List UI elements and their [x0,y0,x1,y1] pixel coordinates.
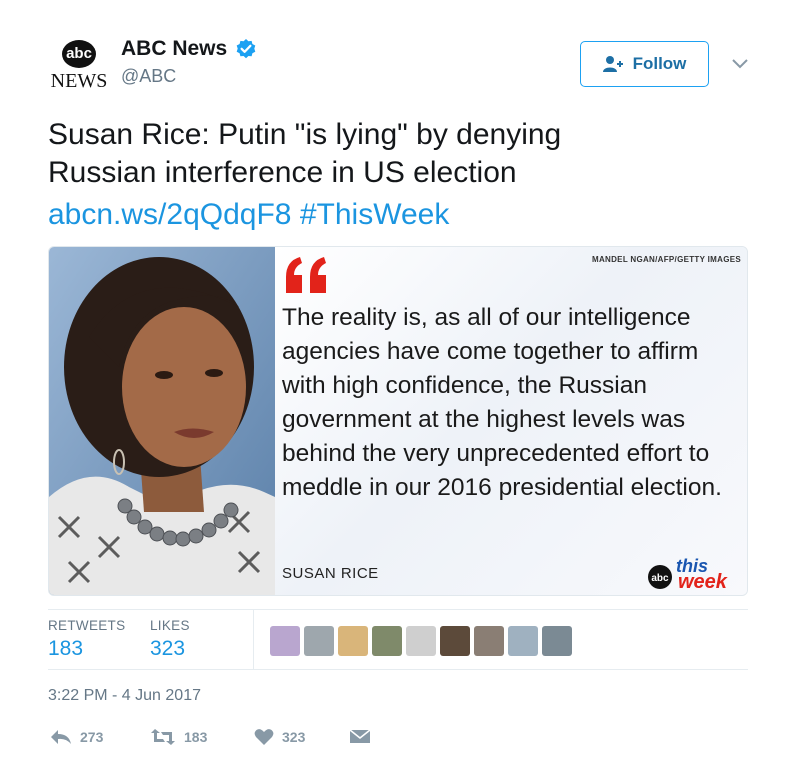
reply-icon [51,730,71,744]
stats-top-divider [48,609,748,610]
liker-avatar[interactable] [440,626,470,656]
account-avatar[interactable]: abc NEWS [48,38,110,94]
liker-avatar[interactable] [406,626,436,656]
liker-avatar[interactable] [338,626,368,656]
reply-action[interactable]: 273 [50,728,103,746]
susan-rice-photo [49,247,275,595]
likes-label[interactable]: LIKES [150,618,190,633]
logo-abc-text: abc [651,573,669,584]
photo-credit: MANDEL NGAN/AFP/GETTY IMAGES [591,255,741,264]
tweet-text-line-1: Susan Rice: Putin "is lying" by denying [48,118,562,151]
reply-count: 273 [80,729,104,745]
retweet-count: 183 [184,729,208,745]
liker-avatar[interactable] [270,626,300,656]
abc-logo-ball: abc [62,40,96,68]
stats-vertical-divider [253,609,254,669]
retweet-action[interactable]: 183 [150,728,207,746]
follow-user-icon [602,56,623,72]
tweet-timestamp[interactable]: 3:22 PM - 4 Jun 2017 [48,687,201,705]
follow-button[interactable]: Follow [580,41,709,87]
retweet-icon [151,729,175,745]
quote-text: The reality is, as all of our intelligen… [282,304,722,501]
liker-avatars [270,626,572,656]
this-week-logo: abc this week [648,556,728,591]
liker-avatar[interactable] [372,626,402,656]
tweet-hashtag[interactable]: #ThisWeek [300,198,450,231]
tweet-text-line-2: Russian interference in US election [48,156,517,189]
quote-mark-icon [286,257,326,293]
chevron-down-icon[interactable] [731,56,749,70]
stats-bottom-divider [48,669,748,670]
likes-value[interactable]: 323 [150,637,185,661]
retweets-label[interactable]: RETWEETS [48,618,125,633]
tweet-link[interactable]: abcn.ws/2qQdqF8 [48,198,291,231]
liker-avatar[interactable] [542,626,572,656]
account-handle[interactable]: @ABC [121,66,176,87]
retweets-value[interactable]: 183 [48,637,83,661]
tweet-text: Susan Rice: Putin "is lying" by denying … [48,116,748,192]
like-count: 323 [282,729,306,745]
tweet-links: abcn.ws/2qQdqF8 #ThisWeek [48,196,449,234]
account-name[interactable]: ABC News [121,37,227,61]
liker-avatar[interactable] [508,626,538,656]
direct-message-action[interactable] [349,728,371,746]
liker-avatar[interactable] [304,626,334,656]
direct-message-icon [349,729,371,743]
quote-panel: MANDEL NGAN/AFP/GETTY IMAGES The reality… [275,247,747,595]
tweet-media-card[interactable]: MANDEL NGAN/AFP/GETTY IMAGES The reality… [48,246,748,596]
like-action[interactable]: 323 [254,728,305,746]
abc-logo-news: NEWS [50,70,108,92]
verified-badge-icon [236,39,256,59]
heart-icon [254,729,274,745]
liker-avatar[interactable] [474,626,504,656]
quote-speaker: SUSAN RICE [282,565,379,582]
follow-button-label: Follow [632,54,687,73]
logo-week-text: week [678,571,728,591]
